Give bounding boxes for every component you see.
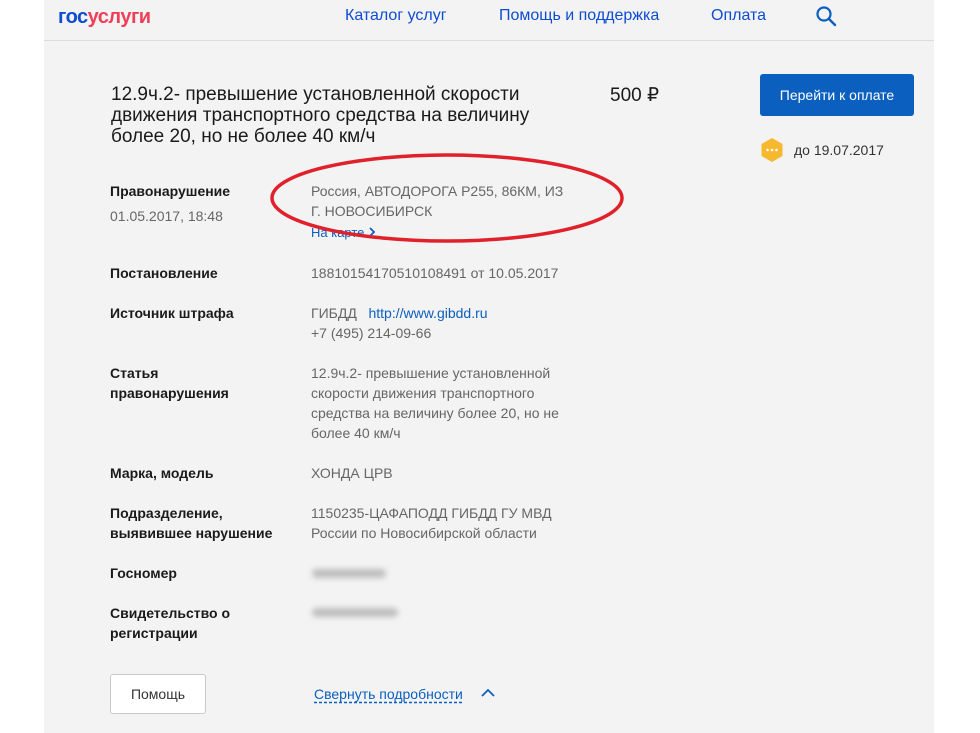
- nav-catalog[interactable]: Каталог услуг: [345, 7, 447, 25]
- source-value: ГИБДД http://www.gibdd.ru +7 (495) 214-0…: [311, 303, 621, 343]
- chevron-up-icon[interactable]: [481, 688, 495, 698]
- decree-value: 18810154170510108491 от 10.05.2017: [311, 265, 559, 281]
- article-line: 12.9ч.2- превышение установленной: [311, 365, 551, 381]
- model-value: ХОНДА ЦРВ: [311, 465, 393, 481]
- division-value-line-1: 1150235-ЦАФАПОДД ГИБДД ГУ МВД: [311, 505, 552, 521]
- nav-help-support[interactable]: Помощь и поддержка: [499, 7, 659, 25]
- article-line: скорости движения транспортного: [311, 385, 535, 401]
- article-label-line-2: правонарушения: [110, 385, 229, 401]
- certificate-label: Свидетельство о регистрации: [110, 603, 290, 643]
- violation-label: Правонарушение: [110, 183, 231, 199]
- collapse-details-link[interactable]: Свернуть подробности: [314, 686, 463, 702]
- model-label: Марка, модель: [110, 465, 214, 481]
- deadline-badge-icon: [761, 138, 783, 162]
- division-label: Подразделение, выявившее нарушение: [110, 503, 290, 543]
- decree-label: Постановление: [110, 265, 218, 281]
- plate-value-blurred: [312, 569, 386, 578]
- source-label: Источник штрафа: [110, 305, 234, 321]
- source-phone: +7 (495) 214-09-66: [311, 325, 432, 341]
- help-button[interactable]: Помощь: [110, 674, 206, 714]
- certificate-label-line-2: регистрации: [110, 625, 198, 641]
- fine-card: госуслуги Каталог услуг Помощь и поддерж…: [44, 0, 934, 733]
- gosuslugi-logo[interactable]: госуслуги: [58, 6, 151, 29]
- logo-part-uslugi: услуги: [87, 6, 151, 28]
- article-value: 12.9ч.2- превышение установленной скорос…: [311, 363, 621, 443]
- fine-title: 12.9ч.2- превышение установленной скорос…: [111, 84, 530, 147]
- logo-part-gos: гос: [58, 6, 88, 28]
- top-header: госуслуги Каталог услуг Помощь и поддерж…: [44, 0, 934, 41]
- article-label: Статья правонарушения: [110, 363, 290, 403]
- payment-deadline: до 19.07.2017: [794, 142, 884, 158]
- fine-amount: 500 ₽: [610, 85, 660, 106]
- source-url-link[interactable]: http://www.gibdd.ru: [368, 305, 487, 321]
- red-annotation-ellipse: [270, 153, 624, 243]
- source-name: ГИБДД: [311, 305, 357, 321]
- certificate-value-blurred: [312, 608, 398, 617]
- certificate-label-line-1: Свидетельство о: [110, 605, 231, 621]
- division-value: 1150235-ЦАФАПОДД ГИБДД ГУ МВД России по …: [311, 503, 621, 543]
- division-label-line-1: Подразделение,: [110, 505, 223, 521]
- division-label-line-2: выявившее нарушение: [110, 525, 273, 541]
- nav-payment[interactable]: Оплата: [711, 7, 766, 25]
- article-label-line-1: Статья: [110, 365, 159, 381]
- article-line: более 40 км/ч: [311, 425, 401, 441]
- search-icon[interactable]: [815, 5, 837, 27]
- source-line: ГИБДД http://www.gibdd.ru: [311, 303, 621, 323]
- plate-label: Госномер: [110, 565, 177, 581]
- division-value-line-2: России по Новосибирской области: [311, 525, 537, 541]
- violation-datetime: 01.05.2017, 18:48: [110, 208, 223, 224]
- go-to-payment-button[interactable]: Перейти к оплате: [760, 74, 914, 116]
- article-line: средства на величину более 20, но не: [311, 405, 559, 421]
